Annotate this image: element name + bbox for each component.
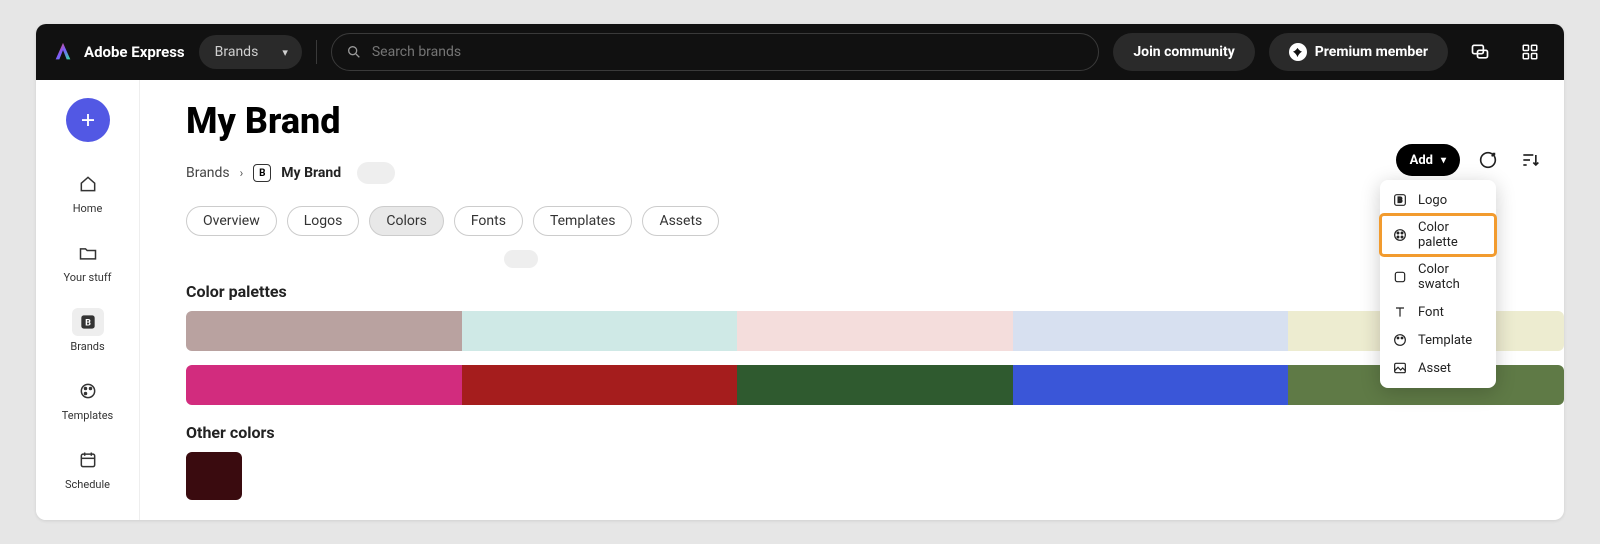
asset-icon: [1392, 360, 1408, 376]
breadcrumb: Brands › B My Brand: [186, 162, 1564, 184]
tab-overview[interactable]: Overview: [186, 206, 277, 236]
sidebar-item-your-stuff[interactable]: Your stuff: [52, 231, 124, 292]
chevron-down-icon: ▾: [1441, 155, 1446, 166]
search-input[interactable]: [372, 44, 1085, 60]
adobe-logo-icon: [52, 41, 74, 63]
palettes-container: [186, 311, 1564, 405]
premium-member-button[interactable]: Premium member: [1269, 33, 1448, 71]
sidebar-item-templates[interactable]: Templates: [52, 369, 124, 430]
menu-item-label: Color swatch: [1418, 262, 1484, 292]
brands-icon: B: [78, 312, 98, 332]
brands-selector-label: Brands: [215, 44, 259, 60]
menu-item-asset[interactable]: Asset: [1380, 354, 1496, 382]
palette-row[interactable]: [186, 311, 1564, 351]
calendar-icon: [78, 450, 98, 470]
placeholder-pill: [357, 162, 395, 184]
chat-icon[interactable]: [1462, 34, 1498, 70]
search-field[interactable]: [331, 33, 1100, 71]
placeholder-pill: [504, 250, 538, 268]
breadcrumb-root[interactable]: Brands: [186, 165, 230, 181]
join-community-button[interactable]: Join community: [1113, 33, 1254, 71]
svg-text:B: B: [85, 318, 91, 328]
sidebar-item-label: Brands: [70, 340, 104, 353]
tabs: Overview Logos Colors Fonts Templates Assets: [186, 206, 1564, 236]
color-swatch[interactable]: [1013, 311, 1289, 351]
sort-icon[interactable]: [1516, 146, 1544, 174]
section-title-palettes: Color palettes: [186, 282, 1564, 301]
menu-item-color-swatch[interactable]: Color swatch: [1380, 256, 1496, 298]
menu-item-label: Asset: [1418, 361, 1451, 376]
sidebar-item-label: Your stuff: [63, 271, 111, 284]
join-community-label: Join community: [1133, 44, 1234, 60]
menu-item-logo[interactable]: B Logo: [1380, 186, 1496, 214]
color-palette-icon: [1392, 227, 1408, 243]
sidebar-item-brands[interactable]: B Brands: [52, 300, 124, 361]
menu-item-label: Color palette: [1418, 220, 1484, 250]
color-swatch[interactable]: [737, 311, 1013, 351]
color-swatch[interactable]: [186, 311, 462, 351]
color-swatch[interactable]: [737, 365, 1013, 405]
menu-item-color-palette[interactable]: Color palette: [1380, 214, 1496, 256]
sidebar-item-schedule[interactable]: Schedule: [52, 438, 124, 499]
color-swatch[interactable]: [462, 311, 738, 351]
sidebar-item-home[interactable]: Home: [52, 162, 124, 223]
tab-assets[interactable]: Assets: [642, 206, 719, 236]
palette-row[interactable]: [186, 365, 1564, 405]
logo-icon: B: [1392, 192, 1408, 208]
color-swatch-icon: [1392, 269, 1408, 285]
chevron-right-icon: ›: [240, 166, 244, 180]
menu-item-font[interactable]: Font: [1380, 298, 1496, 326]
page-actions: Add ▾: [1396, 144, 1544, 176]
tab-templates[interactable]: Templates: [533, 206, 633, 236]
chevron-down-icon: ▾: [282, 46, 288, 59]
menu-item-label: Font: [1418, 305, 1444, 320]
brand-badge-icon: B: [253, 164, 271, 182]
sidebar-item-label: Schedule: [65, 478, 110, 491]
sidebar: Home Your stuff B Brands Templates Sched…: [36, 80, 140, 520]
color-swatch[interactable]: [186, 365, 462, 405]
sidebar-item-label: Templates: [62, 409, 113, 422]
menu-item-label: Template: [1418, 333, 1472, 348]
breadcrumb-current: My Brand: [281, 165, 341, 181]
share-brand-icon[interactable]: [1474, 146, 1502, 174]
brand-logo: Adobe Express: [52, 41, 185, 63]
tab-fonts[interactable]: Fonts: [454, 206, 523, 236]
font-icon: [1392, 304, 1408, 320]
color-swatch[interactable]: [186, 452, 242, 500]
apps-grid-icon[interactable]: [1512, 34, 1548, 70]
add-button-label: Add: [1410, 153, 1433, 168]
divider: [316, 40, 317, 64]
page-title: My Brand: [186, 100, 1564, 142]
template-icon: [1392, 332, 1408, 348]
main-content: My Brand Brands › B My Brand Overview Log…: [140, 80, 1564, 520]
search-icon: [346, 44, 362, 60]
svg-text:B: B: [1398, 196, 1403, 205]
add-menu: B Logo Color palette Color swatch Font Templa…: [1380, 180, 1496, 388]
sidebar-item-label: Home: [73, 202, 103, 215]
menu-item-template[interactable]: Template: [1380, 326, 1496, 354]
app-window: Adobe Express Brands ▾ Join community Pr…: [36, 24, 1564, 520]
product-name: Adobe Express: [84, 43, 185, 61]
premium-icon: [1289, 43, 1307, 61]
templates-icon: [78, 381, 98, 401]
other-colors-row: [186, 442, 1564, 500]
premium-label: Premium member: [1315, 44, 1428, 60]
folder-icon: [78, 243, 98, 263]
brands-selector[interactable]: Brands ▾: [199, 35, 302, 69]
color-swatch[interactable]: [1013, 365, 1289, 405]
add-button[interactable]: Add ▾: [1396, 144, 1460, 176]
section-title-other: Other colors: [186, 423, 1564, 442]
create-button[interactable]: [66, 98, 110, 142]
menu-item-label: Logo: [1418, 193, 1447, 208]
home-icon: [78, 174, 98, 194]
color-swatch[interactable]: [462, 365, 738, 405]
tab-colors[interactable]: Colors: [369, 206, 443, 236]
tab-logos[interactable]: Logos: [287, 206, 360, 236]
body: Home Your stuff B Brands Templates Sched…: [36, 80, 1564, 520]
top-bar: Adobe Express Brands ▾ Join community Pr…: [36, 24, 1564, 80]
